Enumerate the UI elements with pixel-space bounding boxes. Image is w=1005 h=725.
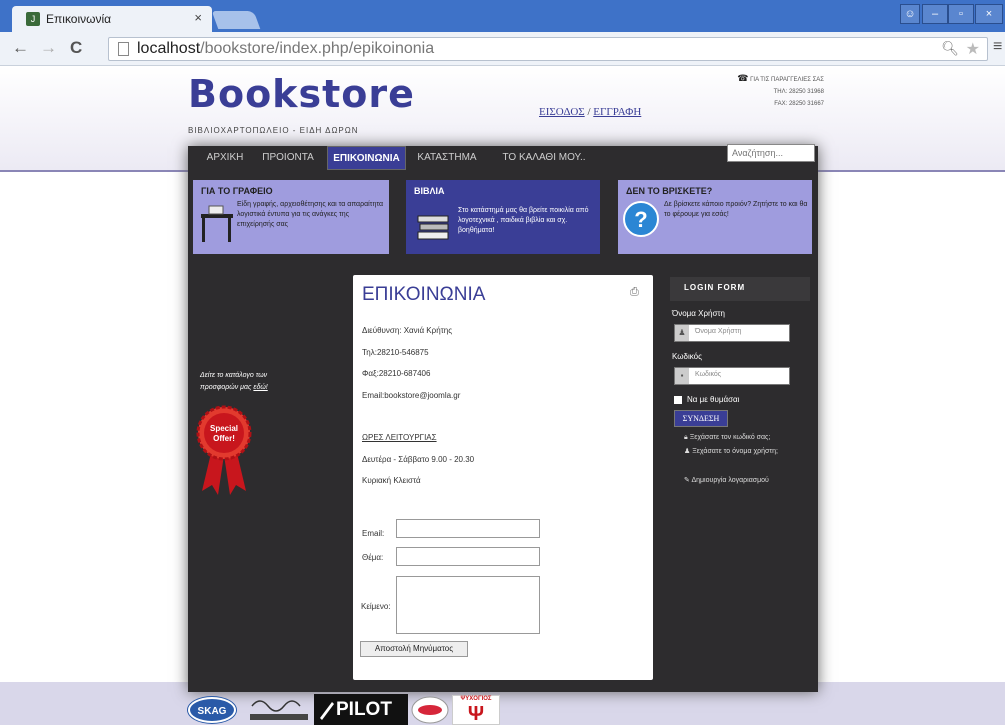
user-icon: ♟ (684, 448, 691, 455)
login-link[interactable]: ΕΙΣΟΔΟΣ (539, 106, 585, 118)
phone-icon: ☎ (737, 73, 749, 83)
username-placeholder: Όνομα Χρήστη (695, 328, 742, 335)
message-label: Κείμενο: (361, 602, 391, 611)
create-account-text: Δημιουργία λογαριασμού (691, 477, 769, 484)
username-field[interactable]: ♟ Όνομα Χρήστη (674, 324, 790, 342)
username-label: Όνομα Χρήστη (672, 309, 725, 318)
lock-icon: ▪ (675, 368, 689, 384)
register-link[interactable]: ΕΓΓΡΑΦΗ (593, 106, 641, 118)
subject-field[interactable] (396, 547, 540, 566)
subject-label: Θέμα: (362, 553, 384, 562)
minimize-button[interactable]: – (922, 4, 948, 24)
send-message-button[interactable]: Αποστολή Μηνύματος (360, 641, 468, 657)
password-field[interactable]: ▪ Κωδικός (674, 367, 790, 385)
bookmark-star-icon[interactable]: ★ (966, 39, 980, 59)
contact-email: Email:bookstore@joomla.gr (362, 391, 461, 400)
edit-icon: ✎ (684, 477, 690, 484)
url-path: /bookstore/index.php/epikoinonia (200, 40, 435, 57)
hours-sunday: Κυριακή Κλειστά (362, 476, 421, 485)
forgot-username-link[interactable]: ♟ Ξεχάσατε το όνομα χρήστη; (684, 446, 794, 458)
back-arrow-icon[interactable]: ← (12, 38, 29, 58)
feature-books[interactable]: ΒΙΒΛΙΑ Στο κατάστημά μας θα βρείτε ποικι… (406, 180, 600, 254)
close-window-button[interactable]: × (975, 4, 1003, 24)
search-input[interactable] (727, 144, 815, 162)
order-contact-tel: ΤΗΛ: 28250 31968 (773, 89, 824, 95)
nav-item-contact[interactable]: ΕΠΙΚΟΙΝΩΝΙΑ (327, 146, 406, 170)
email-label: Email: (362, 529, 385, 538)
desk-icon (201, 205, 233, 242)
svg-text:?: ? (634, 207, 647, 232)
decorative-logo[interactable] (246, 694, 312, 725)
address-bar[interactable]: localhost/bookstore/index.php/epikoinoni… (108, 37, 988, 61)
site-logo[interactable]: Bookstore (188, 72, 415, 116)
forgot-password-link[interactable]: 🔒︎ Ξεχάσατε τον κωδικό σας; (684, 432, 814, 444)
account-links: ΕΙΣΟΔΟΣ / ΕΓΓΡΑΦΗ (539, 106, 641, 118)
feature-not-found-heading: ΔΕΝ ΤΟ ΒΡΙΣΚΕΤΕ? (626, 186, 713, 196)
url-host: localhost (137, 40, 201, 57)
feature-books-text: Στο κατάστημά μας θα βρείτε ποικιλία από… (458, 207, 589, 234)
nav-item-store[interactable]: ΚΑΤΑΣΤΗΜΑ (412, 146, 482, 170)
zoom-icon[interactable]: 🔍︎ (941, 40, 959, 57)
new-tab-button[interactable] (211, 11, 261, 29)
hours-weekdays: Δευτέρα - Σάββατο 9.00 - 20.30 (362, 455, 475, 464)
pilot-pen-icon (320, 702, 334, 720)
browser-tab[interactable]: J Επικοινωνία × (12, 6, 212, 32)
psychogios-text: ΨΥΧΟΓΙΟΣ (460, 696, 492, 702)
close-tab-icon[interactable]: × (194, 10, 202, 25)
feature-office-text: Είδη γραφής, αρχειοθέτησης και τα απαραί… (237, 201, 384, 228)
psi-icon: Ψ (467, 703, 485, 725)
order-contact-fax: FAX: 28250 31667 (774, 101, 824, 107)
forgot-username-text: Ξεχάσατε το όνομα χρήστη; (692, 448, 778, 455)
order-contact-info: ☎ ΓΙΑ ΤΙΣ ΠΑΡΑΓΓΕΛΙΕΣ ΣΑΣ ΤΗΛ: 28250 319… (690, 72, 824, 110)
offer-text-1: Special (210, 424, 238, 433)
link-separator: / (587, 106, 591, 118)
nav-item-cart[interactable]: ΤΟ ΚΑΛΑΘΙ ΜΟΥ.. (494, 146, 594, 170)
special-offer-badge[interactable]: Special Offer! (196, 405, 252, 497)
email-field[interactable] (396, 519, 540, 538)
nav-item-home[interactable]: ΑΡΧΙΚΗ (198, 146, 252, 170)
site-tagline: ΒΙΒΛΙΟΧΑΡΤΟΠΩΛΕΙΟ - ΕΙΔΗ ΔΩΡΩΝ (188, 126, 359, 135)
catalog-promo: Δείτε το κατάλογο των προσφορών μας εδώ! (200, 370, 300, 394)
round-brand-logo[interactable] (410, 695, 450, 725)
password-label: Κωδικός (672, 352, 702, 361)
feature-not-found[interactable]: ΔΕΝ ΤΟ ΒΡΙΣΚΕΤΕ? ? Δε βρίσκετε κάποιο πρ… (618, 180, 812, 254)
page-icon (118, 42, 129, 56)
order-contact-title: ΓΙΑ ΤΙΣ ΠΑΡΑΓΓΕΛΙΕΣ ΣΑΣ (750, 77, 824, 83)
skag-logo[interactable]: SKAG (188, 697, 236, 723)
reload-icon[interactable]: C (70, 38, 82, 58)
favicon-icon: J (26, 12, 40, 26)
remember-me-checkbox[interactable]: Να με θυμάσαι (674, 395, 739, 404)
lock-icon: 🔒︎ (684, 434, 688, 441)
psychogios-logo[interactable]: ΨΥΧΟΓΙΟΣ Ψ (452, 695, 500, 725)
contact-address: Διεύθυνση: Χανιά Κρήτης (362, 326, 453, 335)
user-icon: ♟ (675, 325, 689, 341)
hours-title: ΩΡΕΣ ΛΕΙΤΟΥΡΓΙΑΣ (362, 433, 437, 442)
print-icon[interactable]: ⎙ (630, 286, 639, 299)
tab-title: Επικοινωνία (46, 12, 112, 26)
checkbox-icon (674, 395, 682, 404)
create-account-link[interactable]: ✎ Δημιουργία λογαριασμού (684, 475, 814, 487)
question-icon: ? (623, 201, 659, 237)
maximize-button[interactable]: ▫ (948, 4, 974, 24)
books-icon (417, 215, 449, 240)
offer-text-2: Offer! (213, 434, 235, 443)
login-heading: LOGIN FORM (670, 277, 810, 301)
feature-office[interactable]: ΓΙΑ ΤΟ ΓΡΑΦΕΙΟ Είδη γραφής, αρχειοθέτηση… (193, 180, 389, 254)
message-field[interactable] (396, 576, 540, 634)
browser-menu-icon[interactable]: ≡ (993, 38, 1002, 56)
contact-fax: Φαξ:28210-687406 (362, 369, 431, 378)
feature-books-heading: ΒΙΒΛΙΑ (414, 186, 445, 196)
contact-phone: Τηλ:28210-546875 (362, 348, 429, 357)
forward-arrow-icon[interactable]: → (40, 38, 57, 58)
remember-label: Να με θυμάσαι (687, 395, 740, 404)
forgot-password-text: Ξεχάσατε τον κωδικό σας; (689, 434, 771, 441)
feature-office-heading: ΓΙΑ ΤΟ ΓΡΑΦΕΙΟ (201, 186, 273, 196)
catalog-link[interactable]: εδώ! (253, 384, 267, 391)
page-title: ΕΠΙΚΟΙΝΩΝΙΑ (362, 284, 486, 305)
password-placeholder: Κωδικός (695, 371, 722, 378)
nav-item-products[interactable]: ΠΡΟΙΟΝΤΑ (256, 146, 320, 170)
feature-not-found-text: Δε βρίσκετε κάποιο προιόν? Ζητήστε το κα… (664, 201, 808, 218)
user-icon[interactable]: ☺ (900, 4, 920, 24)
login-button[interactable]: ΣΥΝΔΕΣΗ (674, 410, 728, 427)
